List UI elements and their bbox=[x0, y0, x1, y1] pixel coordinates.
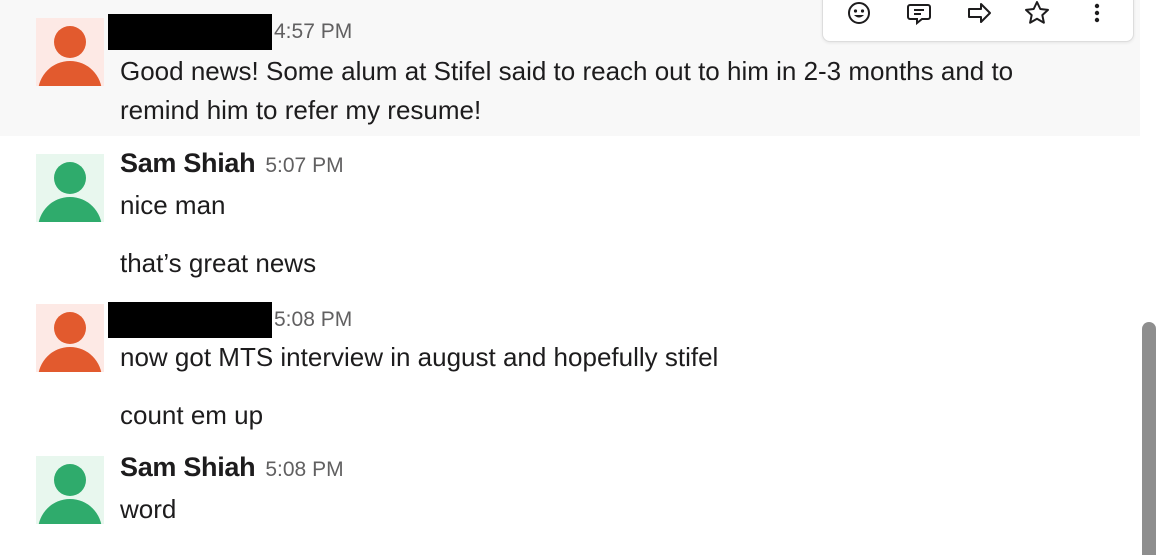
message-row[interactable]: 4:57 PM Good news! Some alum at Stifel s… bbox=[0, 0, 1140, 136]
more-actions-icon[interactable] bbox=[1079, 0, 1115, 29]
message-text: count em up bbox=[120, 400, 264, 430]
avatar[interactable] bbox=[36, 154, 104, 222]
message-text: Good news! Some alum at Stifel said to r… bbox=[120, 56, 1014, 86]
message-timestamp[interactable]: 4:57 PM bbox=[274, 20, 352, 44]
avatar[interactable] bbox=[36, 304, 104, 372]
message-row[interactable]: 5:08 PM now got MTS interview in august … bbox=[0, 290, 1140, 440]
emoji-reaction-icon[interactable] bbox=[841, 0, 877, 29]
message-row[interactable]: Sam Shiah 5:08 PM word bbox=[0, 442, 1140, 555]
redacted-sender-name bbox=[108, 302, 272, 338]
message-text: nice man bbox=[120, 190, 226, 220]
avatar[interactable] bbox=[36, 456, 104, 524]
reply-thread-icon[interactable] bbox=[901, 0, 937, 29]
message-text: remind him to refer my resume! bbox=[120, 95, 482, 125]
scrollbar-thumb[interactable] bbox=[1142, 322, 1156, 555]
message-text: now got MTS interview in august and hope… bbox=[120, 342, 719, 372]
avatar[interactable] bbox=[36, 18, 104, 86]
message-timestamp[interactable]: 5:08 PM bbox=[265, 458, 343, 481]
message-timestamp[interactable]: 5:07 PM bbox=[265, 154, 343, 177]
redacted-sender-name bbox=[108, 14, 272, 50]
sender-name[interactable]: Sam Shiah bbox=[120, 148, 256, 178]
share-icon[interactable] bbox=[961, 0, 997, 29]
message-text: that’s great news bbox=[120, 248, 317, 278]
message-text: word bbox=[120, 494, 177, 524]
message-row[interactable]: Sam Shiah 5:07 PM nice man that’s great n… bbox=[0, 136, 1140, 286]
message-header: Sam Shiah 5:07 PM bbox=[120, 148, 344, 179]
save-star-icon[interactable] bbox=[1019, 0, 1055, 29]
message-actions-toolbar bbox=[822, 0, 1134, 42]
message-timestamp[interactable]: 5:08 PM bbox=[274, 308, 352, 332]
message-header: Sam Shiah 5:08 PM bbox=[120, 452, 344, 483]
sender-name[interactable]: Sam Shiah bbox=[120, 452, 256, 482]
